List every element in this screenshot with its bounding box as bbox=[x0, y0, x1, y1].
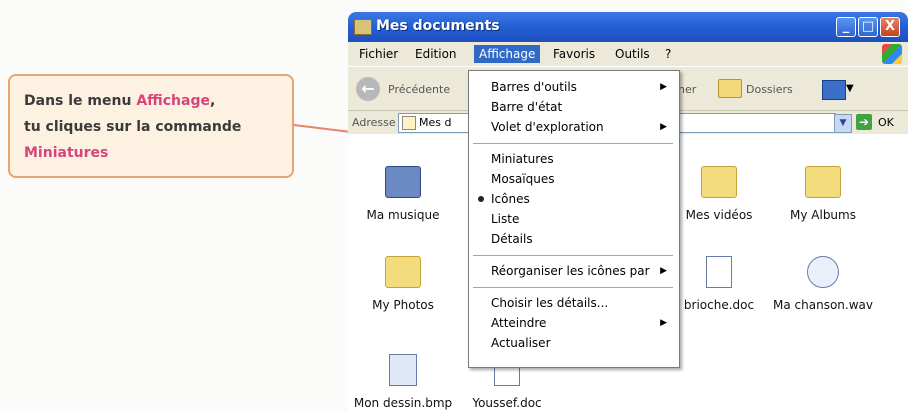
menu-item-details[interactable]: Détails bbox=[491, 229, 671, 249]
menu-item-reorganiser[interactable]: Réorganiser les icônes par ▶ bbox=[491, 261, 671, 281]
menu-item-label: Liste bbox=[491, 212, 520, 226]
menu-item-icones[interactable]: Icônes bbox=[478, 189, 671, 209]
menu-edition[interactable]: Edition bbox=[410, 45, 462, 63]
callout-text: , bbox=[210, 93, 216, 109]
menu-help[interactable]: ? bbox=[660, 45, 676, 63]
folder-icon bbox=[385, 256, 421, 288]
menu-item-label: Barres d'outils bbox=[491, 80, 577, 94]
views-icon[interactable] bbox=[822, 80, 846, 100]
bitmap-image-icon bbox=[389, 354, 417, 386]
folder-icon bbox=[805, 166, 841, 198]
chevron-down-icon[interactable]: ▼ bbox=[846, 83, 854, 94]
file-item[interactable]: brioche.doc bbox=[664, 256, 774, 312]
menu-item-liste[interactable]: Liste bbox=[491, 209, 671, 229]
menu-item-barres-outils[interactable]: Barres d'outils ▶ bbox=[491, 77, 671, 97]
word-document-icon bbox=[706, 256, 732, 288]
radio-bullet-icon bbox=[478, 196, 484, 202]
menu-item-atteindre[interactable]: Atteindre ▶ bbox=[491, 313, 671, 333]
menu-bar: Fichier Edition Affichage Favoris Outils… bbox=[348, 42, 908, 66]
menu-item-label: Miniatures bbox=[491, 152, 554, 166]
music-folder-icon bbox=[385, 166, 421, 198]
file-item[interactable]: My Albums bbox=[768, 166, 878, 222]
menu-item-label: Barre d'état bbox=[491, 100, 563, 114]
submenu-arrow-icon: ▶ bbox=[660, 122, 667, 132]
file-name: My Photos bbox=[372, 298, 434, 312]
menu-item-label: Icônes bbox=[491, 192, 530, 206]
file-item[interactable]: Mon dessin.bmp bbox=[348, 354, 458, 410]
back-button-label[interactable]: Précédente bbox=[388, 83, 450, 96]
menu-fichier[interactable]: Fichier bbox=[354, 45, 403, 63]
go-button-label[interactable]: OK bbox=[878, 116, 894, 129]
file-item[interactable]: Mes vidéos bbox=[664, 166, 774, 222]
menu-item-actualiser[interactable]: Actualiser bbox=[491, 333, 671, 353]
folders-icon[interactable] bbox=[718, 79, 742, 98]
callout-line-2: tu cliques sur la commande bbox=[24, 119, 242, 135]
address-value: Mes d bbox=[419, 116, 452, 129]
title-bar[interactable]: Mes documents _ □ X bbox=[348, 12, 908, 42]
menu-affichage[interactable]: Affichage bbox=[474, 45, 541, 63]
file-name: Ma musique bbox=[366, 208, 440, 222]
menu-item-miniatures[interactable]: Miniatures bbox=[491, 149, 671, 169]
folder-icon bbox=[402, 116, 416, 130]
file-item[interactable]: My Photos bbox=[348, 256, 458, 312]
menu-item-choisir-details[interactable]: Choisir les détails... bbox=[491, 293, 671, 313]
close-button[interactable]: X bbox=[880, 17, 900, 37]
file-name: My Albums bbox=[790, 208, 856, 222]
file-name: Youssef.doc bbox=[472, 396, 542, 410]
menu-separator bbox=[473, 255, 673, 256]
callout-line-1: Dans le menu Affichage, bbox=[24, 88, 278, 114]
maximize-button[interactable]: □ bbox=[858, 17, 878, 37]
folders-button-label[interactable]: Dossiers bbox=[746, 83, 793, 96]
menu-outils[interactable]: Outils bbox=[610, 45, 655, 63]
audio-file-icon bbox=[807, 256, 839, 288]
go-arrow-icon[interactable]: ➔ bbox=[856, 114, 872, 130]
menu-item-label: Réorganiser les icônes par bbox=[491, 264, 650, 278]
search-button-label[interactable]: her bbox=[678, 83, 696, 96]
menu-item-label: Volet d'exploration bbox=[491, 120, 604, 134]
submenu-arrow-icon: ▶ bbox=[660, 318, 667, 328]
menu-item-label: Choisir les détails... bbox=[491, 296, 609, 310]
menu-separator bbox=[473, 287, 673, 288]
documents-folder-icon bbox=[354, 19, 372, 35]
submenu-arrow-icon: ▶ bbox=[660, 266, 667, 276]
menu-item-volet-exploration[interactable]: Volet d'exploration ▶ bbox=[491, 117, 671, 137]
file-name: Mon dessin.bmp bbox=[353, 396, 453, 410]
menu-item-label: Détails bbox=[491, 232, 533, 246]
callout-text: Dans le menu bbox=[24, 93, 137, 109]
minimize-button[interactable]: _ bbox=[836, 17, 856, 37]
menu-item-barre-etat[interactable]: Barre d'état bbox=[491, 97, 671, 117]
address-dropdown-icon[interactable]: ▼ bbox=[834, 114, 852, 133]
menu-item-label: Actualiser bbox=[491, 336, 551, 350]
callout-highlight-miniatures: Miniatures bbox=[24, 145, 109, 161]
file-item[interactable]: Ma chanson.wav bbox=[768, 256, 878, 312]
address-label: Adresse bbox=[352, 116, 396, 129]
windows-logo-icon bbox=[882, 44, 902, 64]
callout-highlight-affichage: Affichage bbox=[136, 93, 210, 109]
affichage-dropdown-menu: Barres d'outils ▶ Barre d'état Volet d'ex… bbox=[468, 70, 680, 368]
file-name: Mes vidéos bbox=[685, 208, 753, 222]
submenu-arrow-icon: ▶ bbox=[660, 82, 667, 92]
menu-item-label: Mosaïques bbox=[491, 172, 555, 186]
menu-item-mosaiques[interactable]: Mosaïques bbox=[491, 169, 671, 189]
menu-separator bbox=[473, 143, 673, 144]
instruction-callout: Dans le menu Affichage, tu cliques sur l… bbox=[8, 74, 294, 178]
menu-favoris[interactable]: Favoris bbox=[548, 45, 600, 63]
back-arrow-icon[interactable]: ← bbox=[356, 77, 380, 101]
file-name: Ma chanson.wav bbox=[773, 298, 873, 312]
window-title: Mes documents bbox=[376, 18, 500, 34]
menu-item-label: Atteindre bbox=[491, 316, 547, 330]
video-folder-icon bbox=[701, 166, 737, 198]
file-item[interactable]: Ma musique bbox=[348, 166, 458, 222]
file-name: brioche.doc bbox=[683, 298, 755, 312]
